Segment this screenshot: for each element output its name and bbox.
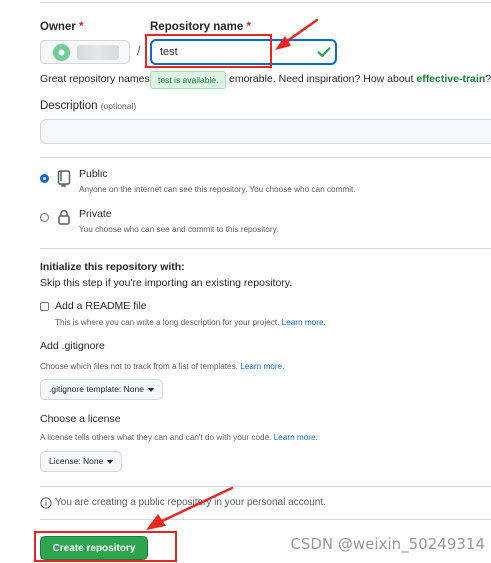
public-radio[interactable] — [40, 174, 49, 183]
name-suggestion: Great repository names — [40, 73, 150, 85]
repo-icon — [57, 170, 71, 187]
divider — [40, 519, 491, 520]
readme-checkbox[interactable] — [40, 302, 49, 311]
suggested-name-link[interactable]: effective-train — [416, 73, 485, 85]
readme-description: This is where you can write a long descr… — [55, 318, 326, 327]
red-arrow-annotation — [275, 18, 319, 50]
gitignore-select[interactable]: .gitignore template: None — [40, 379, 163, 400]
avatar — [53, 44, 70, 61]
license-learn-more-link[interactable]: Learn more. — [274, 433, 318, 442]
top-divider — [40, 2, 491, 3]
private-title: Private — [79, 208, 112, 220]
chevron-down-icon — [147, 387, 154, 392]
info-icon — [40, 497, 52, 509]
public-title: Public — [79, 168, 108, 180]
watermark: CSDN @weixin_50249314 — [290, 535, 485, 553]
license-description: A license tells others what they can and… — [40, 433, 318, 442]
description-label: Description (optional) — [40, 100, 137, 112]
highlight-box-repo-name — [145, 34, 272, 68]
repo-name-label: Repository name * — [150, 21, 251, 33]
chevron-down-icon — [107, 459, 114, 464]
description-input[interactable] — [40, 119, 491, 144]
name-suggestion-rest: emorable. Need inspiration? How about ef… — [229, 73, 491, 85]
path-separator: / — [137, 43, 141, 58]
private-description: You choose who can see and commit to thi… — [79, 225, 279, 234]
divider — [40, 248, 491, 249]
owner-name-redacted — [77, 45, 119, 60]
highlight-box-create-button — [34, 531, 177, 562]
readme-learn-more-link[interactable]: Learn more. — [282, 318, 326, 327]
readme-label: Add a README file — [55, 300, 147, 312]
initialize-title: Initialize this repository with: — [40, 261, 185, 273]
license-select[interactable]: License: None — [40, 451, 123, 472]
divider — [40, 486, 491, 487]
red-arrow-annotation — [146, 486, 234, 530]
owner-label: Owner * — [40, 21, 84, 33]
initialize-subtitle: Skip this step if you're importing an ex… — [40, 277, 293, 289]
availability-tooltip: test is available. — [150, 71, 227, 89]
gitignore-learn-more-link[interactable]: Learn more. — [240, 362, 284, 371]
public-description: Anyone on the internet can see this repo… — [79, 185, 356, 194]
private-radio[interactable] — [40, 213, 49, 222]
gitignore-description: Choose which files not to track from a l… — [40, 362, 285, 371]
divider — [40, 157, 491, 158]
license-title: Choose a license — [40, 413, 121, 425]
gitignore-title: Add .gitignore — [40, 340, 105, 352]
lock-icon — [58, 209, 70, 225]
owner-select[interactable] — [40, 40, 130, 64]
